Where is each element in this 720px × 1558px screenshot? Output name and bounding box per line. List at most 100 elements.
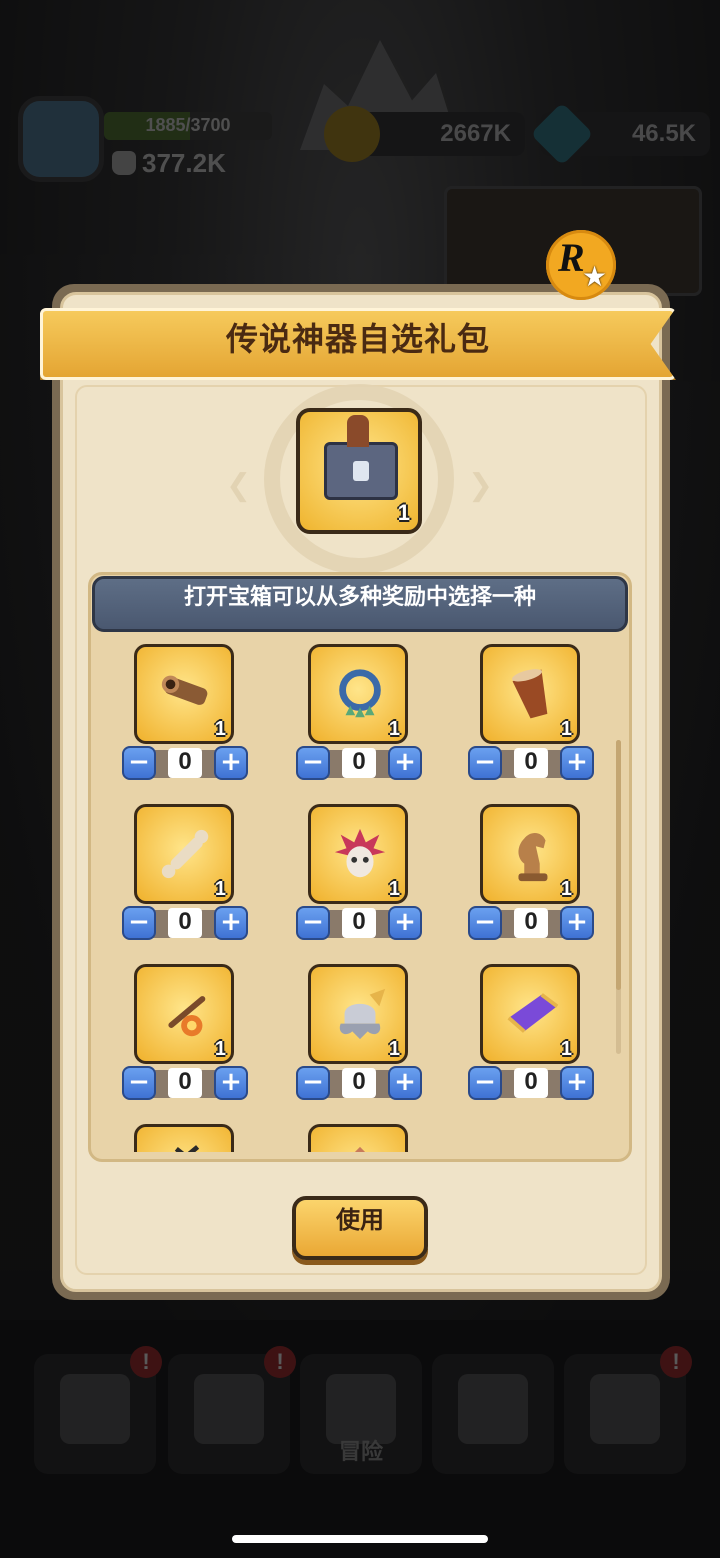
item-card[interactable]: 1 <box>480 644 580 744</box>
power-value: 377.2K <box>142 148 226 178</box>
minus-button[interactable]: − <box>122 1066 156 1100</box>
plus-button[interactable]: + <box>388 906 422 940</box>
minus-button[interactable]: − <box>468 906 502 940</box>
shield-pen-icon <box>60 1374 130 1444</box>
quantity-value[interactable]: 0 <box>168 908 202 938</box>
rockstar-logo[interactable]: R ★ <box>546 230 616 300</box>
alert-badge: ! <box>660 1346 692 1378</box>
quantity-stepper: − 0 + <box>296 1066 422 1102</box>
alert-badge: ! <box>264 1346 296 1378</box>
scroll-thumb[interactable] <box>616 740 621 990</box>
plus-button[interactable]: + <box>388 1066 422 1100</box>
plus-button[interactable]: + <box>560 746 594 780</box>
item-card[interactable] <box>308 1124 408 1152</box>
star-icon: ★ <box>582 260 608 293</box>
quantity-value[interactable]: 0 <box>342 908 376 938</box>
quantity-stepper: − 0 + <box>468 1066 594 1102</box>
knight-chess-icon <box>518 832 548 882</box>
gold-counter: 2667K <box>324 106 525 162</box>
quantity-stepper: − 0 + <box>122 1066 248 1102</box>
list-item-partial <box>302 1124 428 1152</box>
list-item: 1 − 0 + <box>296 644 428 794</box>
plus-button[interactable]: + <box>560 906 594 940</box>
trophy-icon <box>590 1374 660 1444</box>
quantity-value[interactable]: 0 <box>342 748 376 778</box>
list-item: 1 − 0 + <box>296 964 428 1114</box>
plus-button[interactable]: + <box>214 746 248 780</box>
list-item: 1 − 0 + <box>122 804 254 954</box>
list-scrollbar[interactable] <box>616 740 621 1054</box>
nav-item-rankings: ! <box>564 1346 692 1474</box>
player-avatar <box>18 96 104 182</box>
minus-button[interactable]: − <box>122 746 156 780</box>
item-count: 1 <box>214 1038 226 1060</box>
item-count: 1 <box>214 878 226 900</box>
minus-button[interactable]: − <box>122 906 156 940</box>
item-count: 1 <box>388 718 400 740</box>
plus-button[interactable]: + <box>560 1066 594 1100</box>
ray-right-icon: ❯ <box>468 468 494 503</box>
item-card[interactable]: 1 <box>480 804 580 904</box>
quantity-value[interactable]: 0 <box>514 748 548 778</box>
nav-item-heroes: ! <box>168 1346 296 1474</box>
item-card[interactable] <box>134 1124 234 1152</box>
list-item: 1 − 0 + <box>122 964 254 1114</box>
item-card[interactable]: 1 <box>134 964 234 1064</box>
minus-button[interactable]: − <box>468 1066 502 1100</box>
power-display: 377.2K <box>112 148 226 179</box>
use-button[interactable]: 使用 <box>292 1196 428 1260</box>
winged-helmet-icon <box>339 988 386 1040</box>
alert-badge: ! <box>130 1346 162 1378</box>
quantity-stepper: − 0 + <box>468 906 594 942</box>
ray-left-icon: ❮ <box>226 468 252 503</box>
quantity-stepper: − 0 + <box>122 906 248 942</box>
feather-mask-icon <box>334 828 386 878</box>
level-progress-bar: 1885/3700 <box>104 112 272 140</box>
quantity-value[interactable]: 0 <box>342 1068 376 1098</box>
quantity-stepper: − 0 + <box>296 746 422 782</box>
item-count: 1 <box>214 718 226 740</box>
minus-button[interactable]: − <box>468 746 502 780</box>
plus-button[interactable]: + <box>214 1066 248 1100</box>
item-card[interactable]: 1 <box>480 964 580 1064</box>
minus-button[interactable]: − <box>296 906 330 940</box>
gem-counter: 46.5K <box>530 102 710 166</box>
quantity-value[interactable]: 0 <box>168 748 202 778</box>
modal-title: 传说神器自选礼包 <box>225 320 490 358</box>
spyglass-cannon-icon <box>161 675 208 705</box>
item-card[interactable]: 1 <box>308 964 408 1064</box>
artifact-chest-icon <box>324 415 398 500</box>
item-card[interactable]: 1 <box>134 804 234 904</box>
quantity-stepper: − 0 + <box>122 746 248 782</box>
item-card[interactable]: 1 <box>308 644 408 744</box>
item-count: 1 <box>560 718 572 740</box>
partial-item-icon <box>174 1145 200 1152</box>
minus-button[interactable]: − <box>296 1066 330 1100</box>
drum-icon <box>512 669 548 719</box>
bone-club-icon <box>161 829 209 879</box>
list-item: 1 − 0 + <box>468 804 600 954</box>
quantity-value[interactable]: 0 <box>168 1068 202 1098</box>
item-card[interactable]: 1 <box>308 804 408 904</box>
bottom-nav: ! ! 冒险 ! <box>0 1340 720 1490</box>
item-card[interactable]: 1 <box>134 644 234 744</box>
helmet-icon <box>194 1374 264 1444</box>
quantity-value[interactable]: 0 <box>514 908 548 938</box>
nav-label-adventure: 冒险 <box>338 1440 383 1465</box>
instruction-header: 打开宝箱可以从多种奖励中选择一种 <box>92 576 628 632</box>
quantity-stepper: − 0 + <box>468 746 594 782</box>
gold-coin-icon <box>324 106 380 162</box>
plus-button[interactable]: + <box>214 906 248 940</box>
item-count: 1 <box>388 1038 400 1060</box>
list-item: 1 − 0 + <box>468 964 600 1114</box>
nav-item-adventure: 冒险 <box>300 1354 422 1474</box>
rockstar-r-glyph: R <box>558 235 585 280</box>
chest-count: 1 <box>397 500 410 525</box>
quantity-value[interactable]: 0 <box>514 1068 548 1098</box>
list-item: 1 − 0 + <box>296 804 428 954</box>
minus-button[interactable]: − <box>296 746 330 780</box>
item-count: 1 <box>560 1038 572 1060</box>
plus-button[interactable]: + <box>388 746 422 780</box>
item-count: 1 <box>560 878 572 900</box>
home-indicator[interactable] <box>232 1535 488 1543</box>
